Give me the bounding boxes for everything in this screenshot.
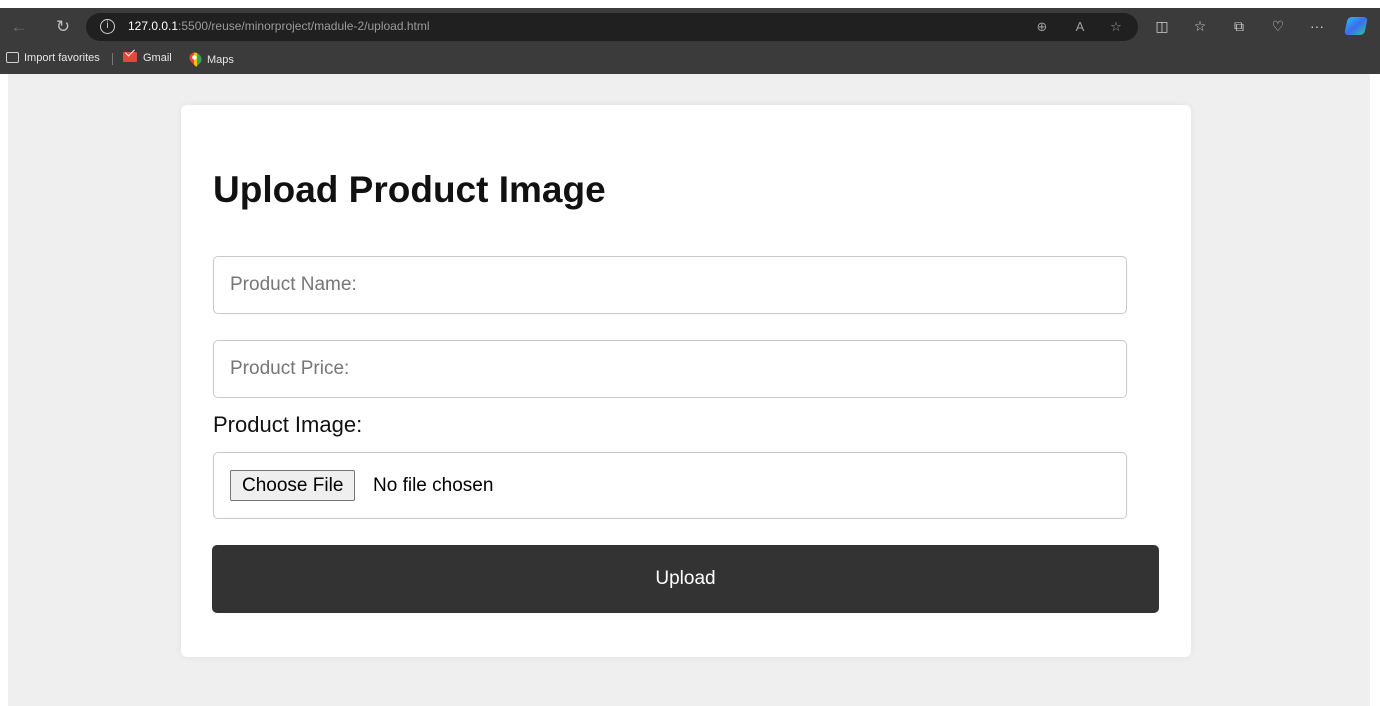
choose-file-button[interactable]: Choose File <box>230 470 356 501</box>
bookmarks-bar: Import favorites Gmail Maps <box>0 44 1380 74</box>
page-content: Upload Product Image Product Image: Choo… <box>8 74 1370 706</box>
upload-button[interactable]: Upload <box>212 545 1159 613</box>
bookmark-separator <box>112 53 113 65</box>
back-icon[interactable]: ← <box>8 16 30 38</box>
product-image-label: Product Image: <box>213 412 363 437</box>
favorites-icon[interactable]: ☆ <box>1189 15 1211 37</box>
no-file-chosen-text: No file chosen <box>373 475 494 496</box>
address-bar[interactable]: i 127.0.0.1:5500/reuse/minorproject/madu… <box>86 13 1138 41</box>
url-text[interactable]: 127.0.0.1:5500/reuse/minorproject/madule… <box>128 19 430 33</box>
product-image-file-input[interactable]: Choose File No file chosen <box>213 452 1127 519</box>
product-price-input[interactable] <box>213 340 1127 398</box>
zoom-icon[interactable]: ⊕ <box>1032 17 1052 37</box>
page-right-edge <box>1370 74 1380 706</box>
maps-icon <box>187 50 204 67</box>
split-screen-icon[interactable]: ◫ <box>1151 15 1173 37</box>
page-title: Upload Product Image <box>213 169 606 210</box>
copilot-icon[interactable] <box>1344 17 1368 35</box>
browser-toolbar: ← ↻ i 127.0.0.1:5500/reuse/minorproject/… <box>0 8 1380 44</box>
health-icon[interactable]: ♡ <box>1267 15 1289 37</box>
bookmark-maps[interactable]: Maps <box>187 50 234 67</box>
gmail-icon <box>123 52 137 62</box>
bookmark-import-favorites[interactable]: Import favorites <box>6 52 100 65</box>
info-icon[interactable]: i <box>100 19 115 34</box>
window-top-edge <box>0 0 1380 8</box>
product-name-input[interactable] <box>213 256 1127 314</box>
favorite-star-icon[interactable]: ☆ <box>1106 17 1126 37</box>
import-icon <box>6 52 19 63</box>
upload-form-card: Upload Product Image Product Image: Choo… <box>181 105 1191 657</box>
read-aloud-icon[interactable]: A <box>1070 17 1090 37</box>
more-icon[interactable]: ··· <box>1306 15 1328 37</box>
bookmark-gmail[interactable]: Gmail <box>123 52 172 65</box>
refresh-icon[interactable]: ↻ <box>52 16 74 38</box>
collections-icon[interactable]: ⧉ <box>1228 15 1250 37</box>
